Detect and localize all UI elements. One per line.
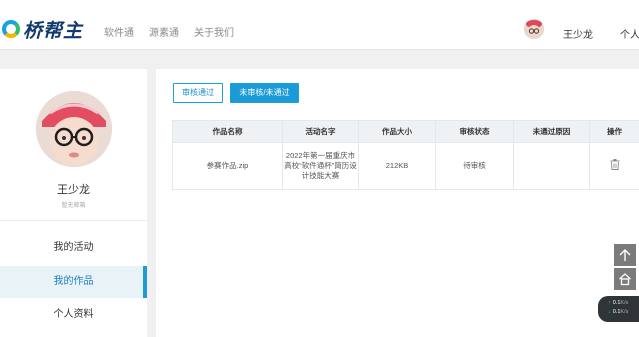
sidebar-item-my-activities[interactable]: 我的活动: [0, 232, 147, 264]
cell-reject-reason: [513, 142, 590, 190]
network-speed-widget: ↑ 0.1K/s ↓ 0.1K/s: [598, 296, 639, 322]
avatar-image: [36, 91, 112, 167]
logo-icon: [2, 20, 20, 38]
cell-review-status: 待审核: [435, 142, 514, 190]
profile-email-note: 暂无邮箱: [61, 203, 86, 209]
sidebar-item-my-works[interactable]: 我的作品: [0, 266, 147, 298]
table-header-row: 作品名称 活动名字 作品大小 审核状态 未通过原因 操作: [172, 120, 639, 143]
filter-pending-button[interactable]: 未审核/未通过: [230, 83, 299, 103]
home-button[interactable]: [614, 268, 636, 290]
scroll-top-button[interactable]: [614, 244, 636, 266]
nav-item-about[interactable]: 关于我们: [194, 24, 234, 39]
cell-activity-name: 2022年第一届重庆市高校“软件通杯”简历设计技能大赛: [282, 142, 359, 190]
logo-text: 桥帮主: [23, 20, 84, 42]
filter-passed-button[interactable]: 审核通过: [173, 83, 223, 103]
sidebar: 王少龙 暂无邮箱 我的活动 我的作品 个人资料: [0, 69, 147, 337]
col-header-size: 作品大小: [358, 120, 436, 143]
col-header-status: 审核状态: [435, 120, 514, 143]
col-header-name: 作品名称: [172, 120, 283, 143]
table-row: 参赛作品.zip 2022年第一届重庆市高校“软件通杯”简历设计技能大赛 212…: [172, 142, 639, 190]
home-icon: [619, 273, 631, 286]
header-user-menu[interactable]: 个人: [620, 26, 639, 41]
sidebar-divider: [0, 220, 147, 221]
nav-item-software[interactable]: 软件通: [104, 24, 134, 39]
arrow-up-icon: [619, 249, 631, 261]
sidebar-item-profile[interactable]: 个人资料: [0, 299, 147, 331]
col-header-activity: 活动名字: [282, 120, 359, 143]
upload-speed: ↑ 0.1K/s: [608, 300, 629, 306]
profile-name: 王少龙: [57, 184, 90, 196]
avatar-icon: [524, 19, 544, 39]
cell-work-name: 参赛作品.zip: [172, 142, 283, 190]
cell-actions: [589, 142, 639, 190]
col-header-actions: 操作: [589, 120, 639, 143]
download-arrow-icon: ↓: [608, 309, 611, 315]
top-header: 桥帮主 软件通 源素通 关于我们 王少龙 个人: [0, 0, 639, 50]
header-avatar[interactable]: [524, 19, 544, 39]
works-table: 作品名称 活动名字 作品大小 审核状态 未通过原因 操作 参赛作品.zip 20…: [172, 120, 639, 190]
col-header-reason: 未通过原因: [513, 120, 590, 143]
upload-arrow-icon: ↑: [608, 300, 611, 306]
header-user-name[interactable]: 王少龙: [563, 26, 593, 41]
nav-item-source[interactable]: 源素通: [149, 24, 179, 39]
trash-icon: [610, 159, 619, 170]
main-panel: 审核通过 未审核/未通过 作品名称 活动名字 作品大小 审核状态 未通过原因 操…: [156, 69, 639, 337]
profile-avatar: [36, 91, 112, 167]
cell-work-size: 212KB: [358, 142, 436, 190]
main-nav: 软件通 源素通 关于我们: [104, 24, 234, 39]
delete-trash-icon[interactable]: [610, 159, 620, 170]
site-logo[interactable]: 桥帮主: [2, 17, 84, 42]
download-speed: ↓ 0.1K/s: [608, 309, 629, 315]
